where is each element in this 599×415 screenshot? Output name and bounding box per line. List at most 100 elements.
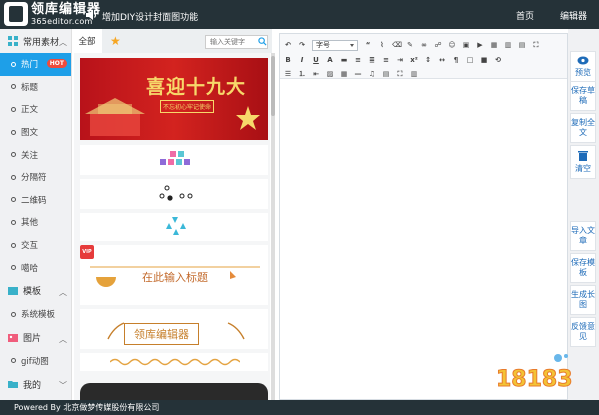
sidebar-item-other[interactable]: 其他: [0, 211, 71, 234]
html-source-icon[interactable]: ▥: [410, 70, 418, 79]
nav-home[interactable]: 首页: [516, 9, 534, 22]
sidebar-item-gaha[interactable]: 噶哈: [0, 256, 71, 279]
material-card-banner[interactable]: 喜迎十九大 不忘初心牢记使命: [80, 58, 268, 140]
sidebar-item-follow[interactable]: 关注: [0, 143, 71, 166]
fullscreen-icon[interactable]: ⛶: [396, 70, 404, 79]
sidebar-item-label: 图文: [21, 128, 39, 139]
copy-all-button[interactable]: 复制全文: [570, 113, 596, 143]
section-common[interactable]: 常用素材 ︿: [0, 29, 71, 53]
grid-icon[interactable]: ▤: [518, 41, 526, 50]
letter-spacing-icon[interactable]: ↔: [438, 56, 446, 65]
underline-icon[interactable]: U: [312, 56, 320, 65]
sidebar-item-qrcode[interactable]: 二维码: [0, 189, 71, 212]
section-label: 图片: [23, 334, 42, 345]
material-card-dots[interactable]: [80, 179, 268, 209]
preview-button[interactable]: 预览: [570, 51, 596, 83]
triangles-icon: [166, 217, 186, 235]
sidebar-item-system-template[interactable]: 系统模板: [0, 303, 71, 326]
top-nav: 首页 编辑器: [516, 9, 587, 22]
clear-button[interactable]: 清空: [570, 145, 596, 179]
search-icon[interactable]: [258, 37, 267, 46]
clear-format-icon[interactable]: ⌫: [392, 41, 402, 50]
chevron-up-icon[interactable]: ︿: [59, 334, 67, 345]
paragraph-icon[interactable]: ¶: [452, 56, 460, 65]
table-icon[interactable]: ▦: [490, 41, 498, 50]
logo-icon: [4, 2, 28, 26]
align-right-icon[interactable]: ≡: [382, 56, 390, 65]
tiananmen-icon: [85, 98, 145, 136]
redo-icon[interactable]: ↷: [298, 41, 306, 50]
section-templates[interactable]: 模板 ︿: [0, 279, 71, 303]
preview-label: 预览: [575, 68, 591, 77]
film-icon[interactable]: ▤: [382, 70, 390, 79]
watermark-text: 18183: [496, 367, 573, 392]
bold-icon[interactable]: B: [284, 56, 292, 65]
import-article-button[interactable]: 导入文章: [570, 221, 596, 251]
image-insert-icon[interactable]: ▣: [462, 41, 470, 50]
music-icon[interactable]: ♫: [368, 70, 376, 79]
emoji-icon[interactable]: ☺: [448, 41, 456, 50]
chevron-down-icon[interactable]: ﹀: [59, 380, 67, 391]
table-insert-icon[interactable]: ▦: [340, 70, 348, 79]
sidebar-item-body[interactable]: 正文: [0, 98, 71, 121]
quote-icon[interactable]: “: [364, 41, 372, 50]
columns-icon[interactable]: ▥: [504, 41, 512, 50]
align-left-icon[interactable]: ≡: [354, 56, 362, 65]
sidebar-item-image-text[interactable]: 图文: [0, 121, 71, 144]
material-card-laurel-title[interactable]: 领库编辑器: [80, 309, 268, 349]
feedback-button[interactable]: 反馈意见: [570, 317, 596, 347]
tab-all[interactable]: 全部: [72, 29, 102, 53]
outdent-icon[interactable]: ⇤: [312, 70, 320, 79]
hot-badge: HOT: [46, 59, 67, 68]
material-card-triangles[interactable]: [80, 213, 268, 241]
horizontal-rule-icon[interactable]: —: [354, 70, 362, 79]
sidebar-item-gif[interactable]: gif动图: [0, 350, 71, 373]
background-icon[interactable]: ■: [480, 56, 488, 65]
video-icon[interactable]: ▶: [476, 41, 484, 50]
indent-icon[interactable]: ⇥: [396, 56, 404, 65]
generate-long-image-button[interactable]: 生成长图: [570, 285, 596, 315]
map-icon[interactable]: ⛶: [532, 41, 540, 50]
sidebar-item-hot[interactable]: 热门 HOT: [0, 53, 71, 76]
unlink-icon[interactable]: ☍: [434, 41, 442, 50]
folder-icon: [8, 381, 18, 389]
section-mine[interactable]: 我的 ﹀: [0, 372, 71, 396]
nav-editor[interactable]: 编辑器: [560, 9, 587, 22]
chevron-up-icon[interactable]: ︿: [59, 287, 67, 298]
material-card-fan-title[interactable]: VIP 在此输入标题: [80, 245, 268, 305]
section-label: 模板: [23, 287, 42, 298]
numbered-list-icon[interactable]: ⒈: [298, 70, 306, 79]
rich-text-editor[interactable]: ↶ ↷ 字号 “ ⌇ ⌫ ✎ ∞ ☍ ☺ ▣ ▶ ▦ ▥ ▤ ⛶ B I U A…: [279, 33, 568, 400]
material-card-wave[interactable]: [80, 353, 268, 371]
section-images[interactable]: 图片 ︿: [0, 326, 71, 350]
border-icon[interactable]: □: [466, 56, 474, 65]
material-scroll-thumb[interactable]: [271, 56, 275, 116]
format-painter-icon[interactable]: ⌇: [378, 41, 386, 50]
sidebar-item-interact[interactable]: 交互: [0, 234, 71, 257]
star-icon[interactable]: ★: [110, 34, 121, 48]
notice-text[interactable]: 增加DIY设计封面图功能: [102, 10, 198, 23]
material-card-blocks[interactable]: [80, 145, 268, 175]
align-center-icon[interactable]: ≣: [368, 56, 376, 65]
superscript-icon[interactable]: x²: [410, 56, 418, 65]
font-color-icon[interactable]: A: [326, 56, 334, 65]
line-height-icon[interactable]: ↕: [424, 56, 432, 65]
undo-icon[interactable]: ↶: [284, 41, 292, 50]
link-icon[interactable]: ∞: [420, 41, 428, 50]
section-label: 我的: [23, 380, 42, 391]
image-icon: [8, 333, 18, 342]
highlight-icon[interactable]: ▬: [340, 56, 348, 65]
font-size-select[interactable]: 字号: [312, 39, 358, 51]
chevron-up-icon[interactable]: ︿: [59, 37, 67, 48]
save-template-button[interactable]: 保存模板: [570, 253, 596, 283]
save-draft-button[interactable]: 保存草稿: [570, 81, 596, 111]
bullet-icon: [11, 84, 16, 90]
sidebar-item-divider[interactable]: 分隔符: [0, 166, 71, 189]
bullet-list-icon[interactable]: ☰: [284, 70, 292, 79]
picture-icon[interactable]: ▨: [326, 70, 334, 79]
rotate-icon[interactable]: ⟲: [494, 56, 502, 65]
italic-icon[interactable]: I: [298, 56, 306, 65]
sidebar-item-title[interactable]: 标题: [0, 76, 71, 99]
material-card-dark[interactable]: [80, 383, 268, 400]
eraser-icon[interactable]: ✎: [406, 41, 414, 50]
